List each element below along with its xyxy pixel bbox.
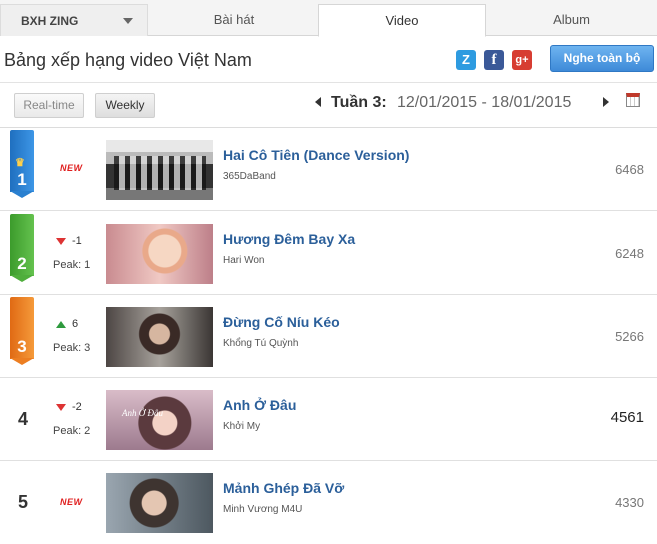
chart-row[interactable]: 2 -1 Peak: 1 Hương Đêm Bay Xa Hari Won 6… [0,212,657,295]
rank-number: 5 [18,492,29,512]
view-count: 6468 [615,162,644,177]
peak-label: Peak: 3 [53,342,91,354]
view-count: 6248 [615,246,644,261]
rank-change-value: 6 [72,318,79,330]
video-thumbnail[interactable] [106,307,213,367]
divider [0,82,657,83]
zing-icon[interactable]: Z [456,50,476,70]
view-count: 4561 [610,409,644,426]
next-week-icon[interactable] [603,97,609,107]
tab-bai-hat[interactable]: Bài hát [150,4,318,36]
video-title-link[interactable]: Hương Đêm Bay Xa [223,231,355,247]
week-range: 12/01/2015 - 18/01/2015 [397,94,572,111]
artist-link[interactable]: Khổng Tú Quỳnh [223,338,298,349]
previous-week-icon[interactable] [315,97,321,107]
artist-link[interactable]: Khởi My [223,421,260,432]
artist-link[interactable]: 365DaBand [223,171,276,182]
page-title: Bảng xếp hạng video Việt Nam [4,50,252,70]
video-title-link[interactable]: Hai Cô Tiên (Dance Version) [223,147,409,163]
new-badge: NEW [60,497,83,507]
chart-row[interactable]: 4 -2 Peak: 2 Anh Ở Đâu Anh Ở Đâu Khởi My… [0,378,657,461]
weekly-button[interactable]: Weekly [95,93,155,118]
crown-icon: ♛ [15,157,25,169]
chevron-down-icon [123,18,133,24]
tab-bxh-label: BXH ZING [21,14,79,28]
arrow-down-icon [56,403,66,411]
rank-ribbon: 2 [10,214,34,282]
tab-album[interactable]: Album [486,4,657,36]
rank-change-value: -2 [72,401,82,413]
view-count: 5266 [615,329,644,344]
video-title-link[interactable]: Anh Ở Đâu [223,397,296,413]
rank-number: 2 [17,254,27,273]
rank-number: 3 [17,337,27,356]
view-count: 4330 [615,495,644,510]
video-thumbnail[interactable]: Anh Ở Đâu [106,390,213,450]
artist-link[interactable]: Minh Vương M4U [223,504,302,515]
rank-ribbon: ♛ 1 [10,130,34,198]
video-title-link[interactable]: Mảnh Ghép Đã Vỡ [223,480,344,496]
artist-link[interactable]: Hari Won [223,255,265,266]
new-badge: NEW [60,163,83,173]
chart-row[interactable]: 5 NEW Mảnh Ghép Đã Vỡ Minh Vương M4U 433… [0,461,657,544]
week-label: Tuần 3: [331,94,387,111]
video-title-link[interactable]: Đừng Cố Níu Kéo [223,314,340,330]
rank-change: 6 [56,318,78,330]
google-plus-icon[interactable]: g+ [512,50,532,70]
peak-label: Peak: 2 [53,425,91,437]
tab-bar: BXH ZING Bài hát Video Album [0,0,657,37]
tab-video[interactable]: Video [318,4,486,37]
calendar-icon[interactable] [626,93,640,107]
rank-change: -1 [56,235,82,247]
video-thumbnail[interactable] [106,224,213,284]
thumbnail-caption: Anh Ở Đâu [122,408,163,418]
rank-change-value: -1 [72,235,82,247]
chart-row[interactable]: 3 6 Peak: 3 Đừng Cố Níu Kéo Khổng Tú Quỳ… [0,295,657,378]
video-thumbnail[interactable] [106,140,213,200]
rank-number: 4 [18,409,29,429]
arrow-up-icon [56,320,66,328]
arrow-down-icon [56,237,66,245]
rank-number: 1 [17,170,27,189]
rank-ribbon: 3 [10,297,34,365]
realtime-button[interactable]: Real-time [14,93,84,118]
tab-bxh-zing-dropdown[interactable]: BXH ZING [0,4,148,36]
rank-change: -2 [56,401,82,413]
video-thumbnail[interactable] [106,473,213,533]
facebook-icon[interactable]: f [484,50,504,70]
chart-row[interactable]: ♛ 1 NEW Hai Cô Tiên (Dance Version) 365D… [0,128,657,211]
play-all-button[interactable]: Nghe toàn bộ [550,45,654,72]
peak-label: Peak: 1 [53,259,91,271]
